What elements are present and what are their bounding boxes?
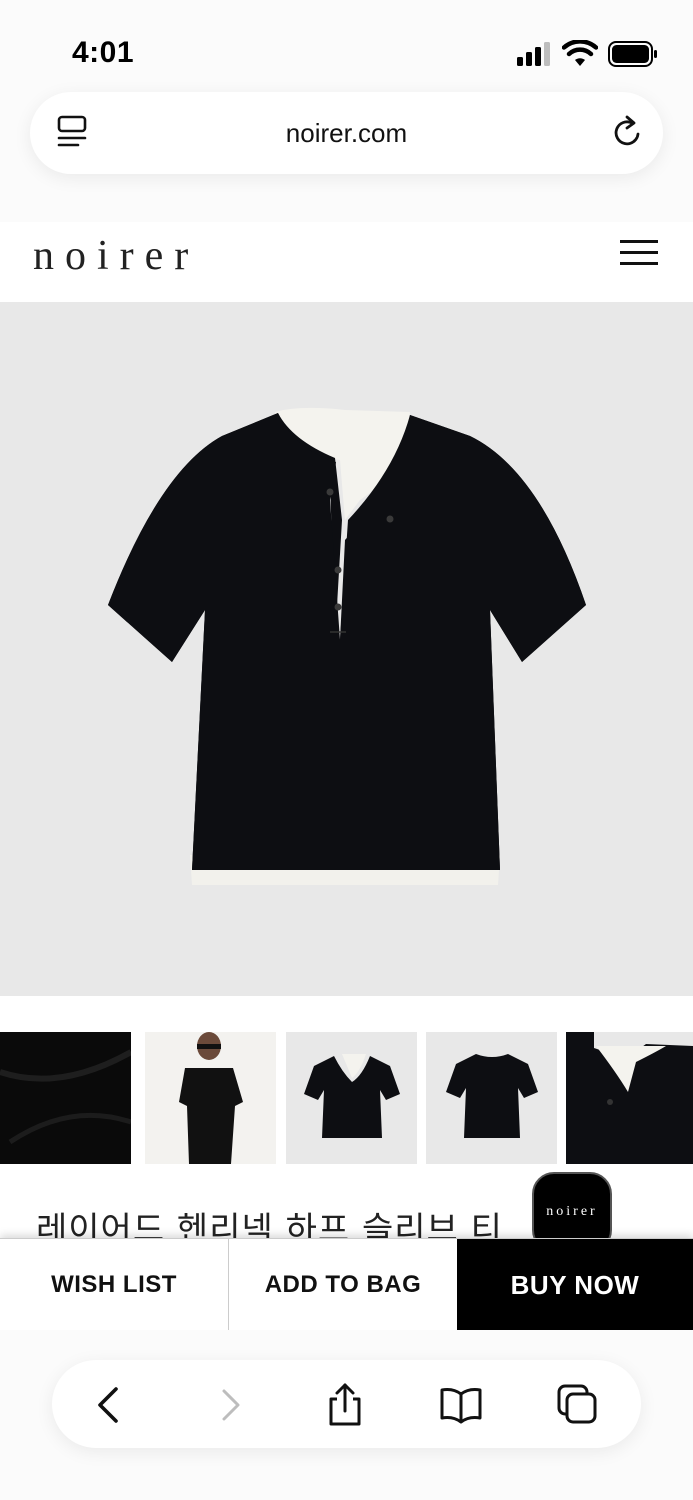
bookmarks-icon[interactable]: [438, 1382, 484, 1428]
status-bar: 4:01: [0, 0, 693, 92]
browser-toolbar: [52, 1360, 641, 1448]
add-to-bag-button[interactable]: ADD TO BAG: [229, 1239, 457, 1331]
wish-list-button[interactable]: WISH LIST: [0, 1239, 229, 1331]
thumbnail-strip: [0, 1032, 693, 1164]
forward-icon[interactable]: [207, 1382, 253, 1428]
url-text[interactable]: noirer.com: [30, 118, 663, 149]
address-bar[interactable]: noirer.com: [30, 92, 663, 174]
buy-now-button[interactable]: BUY NOW: [457, 1239, 693, 1331]
back-icon[interactable]: [87, 1382, 133, 1428]
thumbnail-back[interactable]: [426, 1032, 557, 1164]
wifi-icon: [562, 40, 598, 66]
battery-icon: [608, 41, 657, 67]
signal-icon: [517, 42, 550, 66]
tabs-icon[interactable]: [555, 1382, 601, 1428]
purchase-action-bar: WISH LIST ADD TO BAG BUY NOW: [0, 1238, 693, 1331]
browser-toolbar-area: [0, 1330, 693, 1500]
site-logo[interactable]: noirer: [33, 232, 199, 280]
hamburger-menu-icon[interactable]: [620, 240, 660, 266]
product-main-image[interactable]: [0, 302, 693, 996]
thumbnail-model[interactable]: [145, 1032, 276, 1164]
site-header: noirer: [0, 222, 693, 302]
thumbnail-fabric-detail[interactable]: [0, 1032, 131, 1164]
thumbnail-front[interactable]: [286, 1032, 417, 1164]
status-time: 4:01: [72, 36, 135, 69]
thumbnail-collar-detail[interactable]: [566, 1032, 693, 1164]
browser-address-area: noirer.com: [0, 92, 693, 222]
share-icon[interactable]: [322, 1382, 368, 1428]
reload-icon[interactable]: [611, 114, 645, 150]
